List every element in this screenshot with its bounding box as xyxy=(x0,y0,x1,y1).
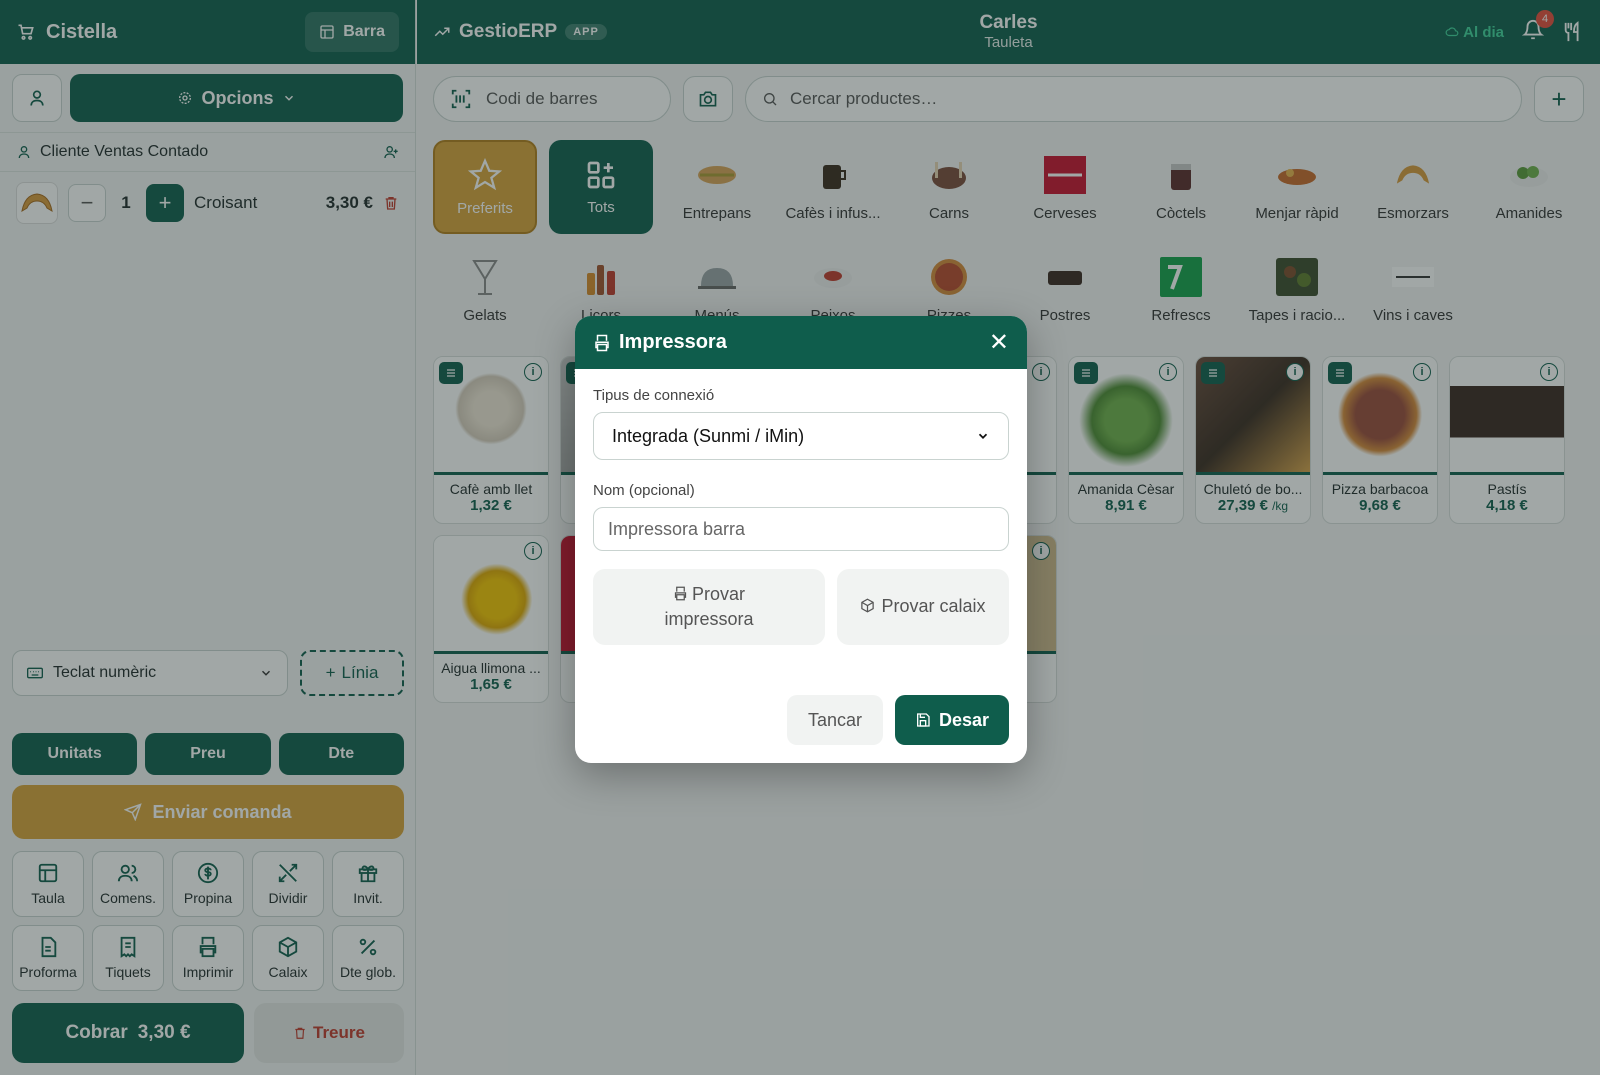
printer-icon xyxy=(674,586,687,601)
printer-icon xyxy=(595,334,609,351)
printer-name-label: Nom (opcional) xyxy=(593,482,695,499)
close-icon[interactable]: ✕ xyxy=(989,330,1009,355)
printer-name-input[interactable]: Impressora barra xyxy=(593,507,1009,551)
test-printer-label: Provar impressora xyxy=(633,582,785,632)
test-drawer-button[interactable]: Provar calaix xyxy=(837,569,1009,645)
test-drawer-text: Provar calaix xyxy=(881,596,986,617)
test-printer-button[interactable]: Provar impressora xyxy=(593,569,825,645)
dialog-title: Impressora xyxy=(619,331,727,353)
chevron-down-icon xyxy=(978,433,988,439)
connection-type-select[interactable]: Integrada (Sunmi / iMin) xyxy=(593,412,1009,460)
save-label: Desar xyxy=(938,709,990,730)
save-button[interactable]: Desar xyxy=(895,695,1009,745)
cancel-button[interactable]: Tancar xyxy=(787,695,883,745)
save-icon xyxy=(916,713,930,727)
connection-type-label: Tipus de connexió xyxy=(593,387,715,404)
printer-name-placeholder: Impressora barra xyxy=(608,518,746,539)
dialog-header: Impressora ✕ xyxy=(575,316,1027,369)
test-drawer-label: Provar calaix xyxy=(860,594,986,619)
box-icon xyxy=(861,598,875,613)
printer-dialog: Impressora ✕ Tipus de connexió Integrada… xyxy=(575,316,1027,763)
connection-type-value: Integrada (Sunmi / iMin) xyxy=(612,425,805,446)
